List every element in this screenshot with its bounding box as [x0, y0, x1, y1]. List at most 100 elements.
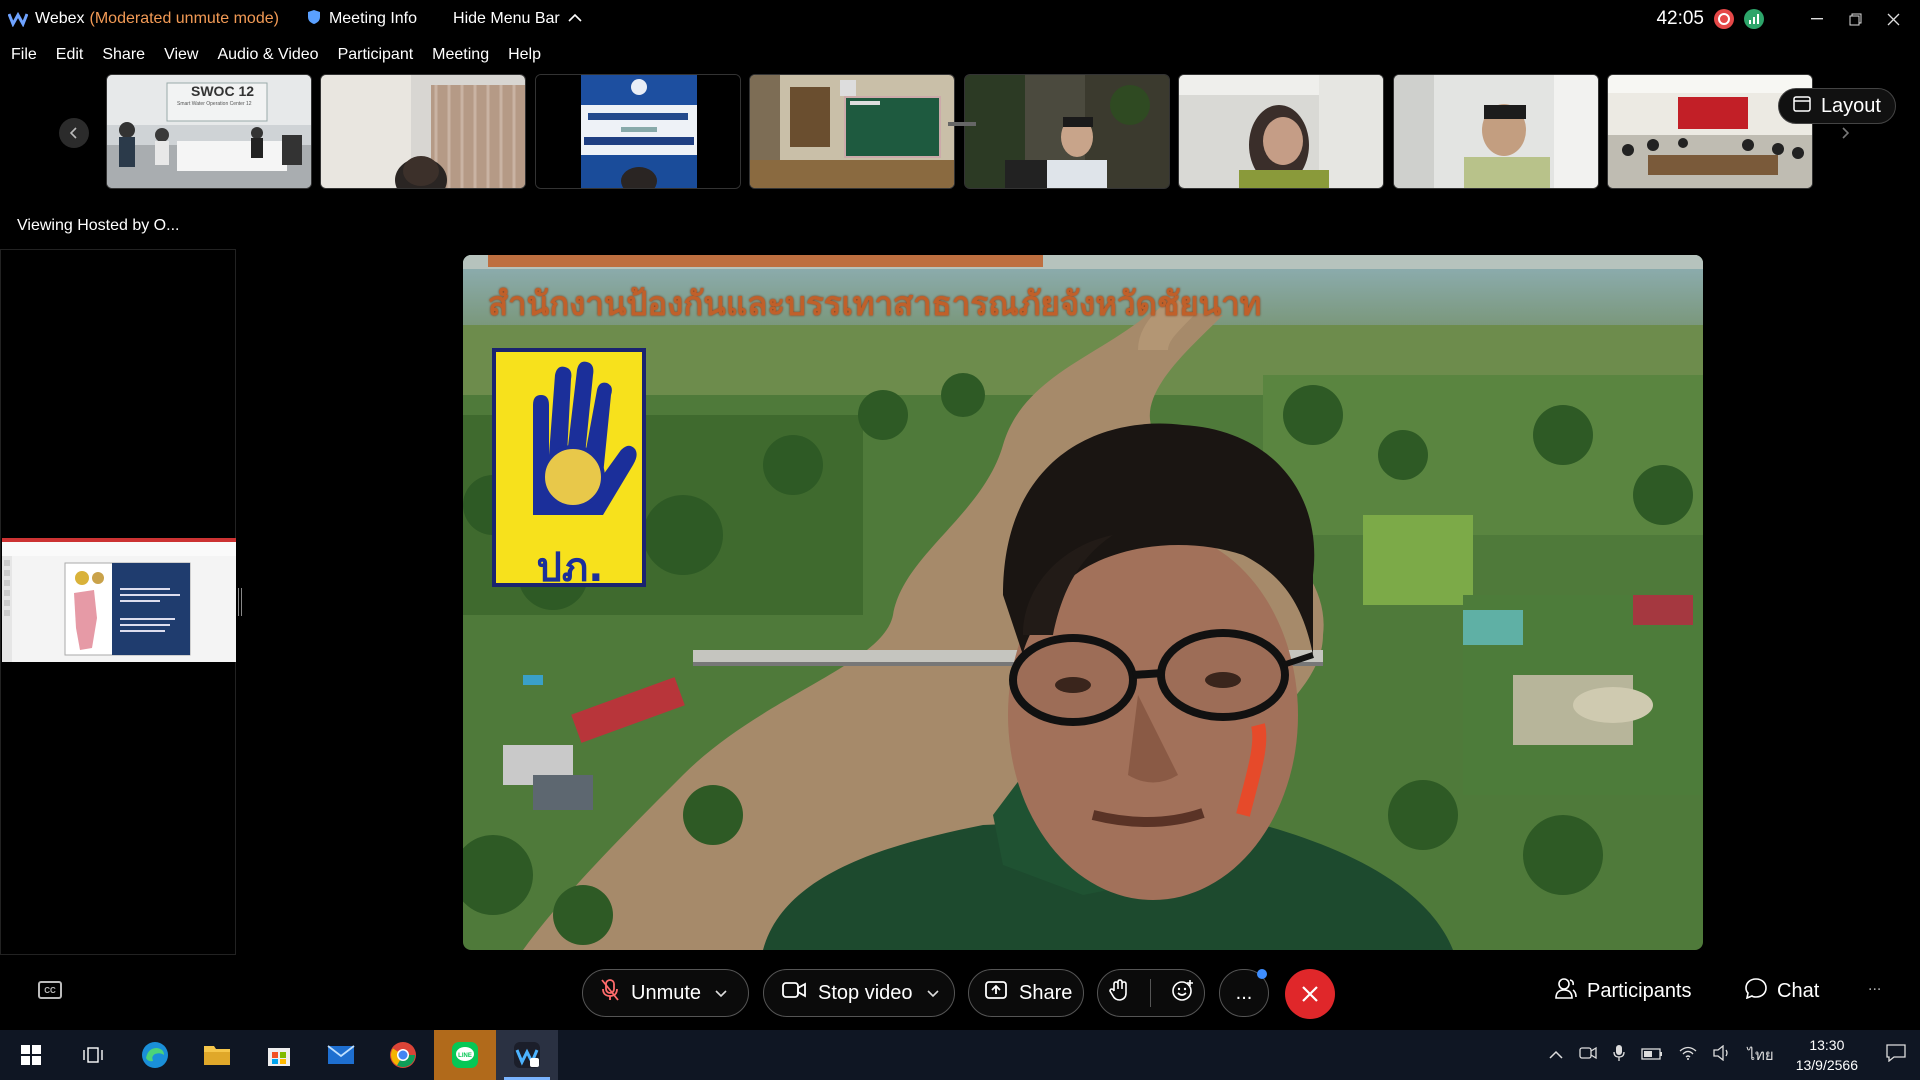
shared-content-panel [0, 249, 236, 955]
chevron-up-icon [568, 10, 582, 28]
menu-bar: File Edit Share View Audio & Video Parti… [0, 40, 550, 70]
chat-icon [1745, 977, 1767, 1005]
battery-icon[interactable] [1641, 1047, 1663, 1064]
moderated-mode-label: (Moderated unmute mode) [89, 10, 279, 27]
meet-now-icon[interactable] [1579, 1045, 1598, 1065]
reactions-group [1097, 969, 1205, 1017]
wifi-icon[interactable] [1679, 1046, 1697, 1064]
file-explorer-icon[interactable] [186, 1030, 248, 1080]
raise-hand-icon[interactable] [1108, 979, 1129, 1007]
app-title: Webex [35, 10, 85, 27]
volume-icon[interactable] [1713, 1044, 1731, 1065]
participant-video-strip: SWOC 12 Smart Water Operation Center 12 [0, 74, 1920, 190]
close-icon[interactable] [1874, 0, 1912, 38]
clock-time: 13:30 [1809, 1037, 1845, 1053]
chrome-icon[interactable] [372, 1030, 434, 1080]
menu-help[interactable]: Help [508, 46, 541, 64]
layout-icon [1793, 95, 1811, 118]
microsoft-store-icon[interactable] [248, 1030, 310, 1080]
unmute-button[interactable]: Unmute [582, 969, 749, 1017]
participant-thumbnail[interactable] [320, 74, 526, 189]
participant-thumbnail[interactable] [749, 74, 955, 189]
close-icon [1302, 986, 1318, 1002]
menu-audio-video[interactable]: Audio & Video [217, 46, 318, 64]
unmute-label: Unmute [631, 981, 702, 1004]
participant-thumbnail[interactable] [1607, 74, 1813, 189]
strip-next-button[interactable] [1830, 118, 1860, 148]
meeting-timer: 42:05 [1656, 8, 1704, 29]
menu-edit[interactable]: Edit [56, 46, 84, 64]
share-label: Share [1019, 981, 1073, 1004]
share-screen-icon [985, 981, 1007, 1005]
main-video-stage: สำนักงานป้องกันและบรรเทาสาธารณภัยจังหวัด… [463, 255, 1703, 950]
logo-text: ปภ. [536, 545, 604, 591]
restore-icon[interactable] [1836, 0, 1874, 38]
more-icon: ... [1235, 981, 1253, 1004]
mail-icon[interactable] [310, 1030, 372, 1080]
chevron-down-icon[interactable] [715, 985, 727, 1001]
chevron-down-icon[interactable] [926, 985, 939, 1001]
system-clock[interactable]: 13:30 13/9/2566 [1796, 1035, 1858, 1075]
meeting-info-button[interactable]: Meeting Info [307, 9, 417, 30]
participants-button[interactable]: Participants [1555, 977, 1692, 1005]
participant-thumbnail[interactable] [1393, 74, 1599, 189]
layout-button[interactable]: Layout [1777, 88, 1896, 124]
divider [1149, 979, 1151, 1007]
title-bar: Webex (Moderated unmute mode) Meeting In… [0, 0, 1920, 38]
windows-start-icon[interactable] [0, 1030, 62, 1080]
overflow-icon: ... [1868, 977, 1882, 994]
layout-label: Layout [1820, 94, 1881, 117]
stop-video-label: Stop video [818, 981, 913, 1004]
minimize-icon[interactable] [1798, 0, 1836, 38]
menu-view[interactable]: View [164, 46, 198, 64]
overflow-menu-button[interactable]: ... [1868, 977, 1881, 995]
viewing-label: Viewing Hosted by O... [17, 217, 180, 234]
network-health-icon[interactable] [1744, 9, 1764, 29]
menu-participant[interactable]: Participant [338, 46, 414, 64]
swoc-sign: SWOC 12 [191, 83, 255, 99]
participant-thumbnail[interactable] [535, 74, 741, 189]
banner-title: สำนักงานป้องกันและบรรเทาสาธารณภัยจังหวัด… [488, 284, 1262, 323]
shared-screen-thumbnail[interactable] [2, 538, 236, 662]
webex-icon[interactable] [496, 1030, 558, 1080]
svg-text:LINE: LINE [458, 1053, 472, 1059]
microphone-icon[interactable] [1613, 1044, 1626, 1066]
windows-taskbar: LINE ไทย 13:30 13/9/2566 [0, 1030, 1920, 1080]
hide-menu-bar-label: Hide Menu Bar [453, 10, 560, 27]
task-view-icon[interactable] [62, 1030, 124, 1080]
system-tray: ไทย 13:30 13/9/2566 [1541, 1030, 1920, 1080]
hide-menu-bar-button[interactable]: Hide Menu Bar [453, 10, 582, 28]
participant-thumbnail[interactable] [1178, 74, 1384, 189]
chat-button[interactable]: Chat [1745, 977, 1819, 1005]
clock-date: 13/9/2566 [1795, 1057, 1858, 1073]
line-icon[interactable]: LINE [434, 1030, 496, 1080]
chevron-up-icon[interactable] [1549, 1047, 1563, 1064]
menu-file[interactable]: File [11, 46, 37, 64]
webex-logo-icon [8, 9, 28, 29]
reactions-icon[interactable] [1171, 979, 1194, 1007]
language-indicator[interactable]: ไทย [1747, 1043, 1773, 1067]
panel-resize-handle[interactable] [238, 588, 242, 616]
meeting-info-label: Meeting Info [328, 10, 418, 27]
participant-thumbnail[interactable]: SWOC 12 Smart Water Operation Center 12 [106, 74, 312, 189]
participants-icon [1555, 977, 1577, 1005]
stop-video-button[interactable]: Stop video [763, 969, 955, 1017]
leave-meeting-button[interactable] [1285, 969, 1335, 1019]
recording-icon[interactable] [1714, 9, 1734, 29]
edge-icon[interactable] [124, 1030, 186, 1080]
participants-label: Participants [1587, 979, 1692, 1002]
strip-previous-button[interactable] [59, 118, 89, 148]
shield-icon [307, 9, 321, 30]
speaker-video [463, 255, 1703, 950]
participant-thumbnail[interactable] [964, 74, 1170, 189]
notifications-icon[interactable] [1886, 1044, 1906, 1066]
swoc-subtext: Smart Water Operation Center 12 [177, 101, 252, 107]
chat-label: Chat [1777, 979, 1820, 1002]
menu-meeting[interactable]: Meeting [432, 46, 489, 64]
strip-resize-handle[interactable] [948, 122, 976, 126]
menu-share[interactable]: Share [102, 46, 145, 64]
microphone-muted-icon [601, 979, 619, 1007]
share-button[interactable]: Share [968, 969, 1084, 1017]
meeting-controls: CC Unmute Stop video Share ... Participa… [0, 963, 1920, 1023]
closed-captions-icon[interactable]: CC [38, 981, 62, 999]
